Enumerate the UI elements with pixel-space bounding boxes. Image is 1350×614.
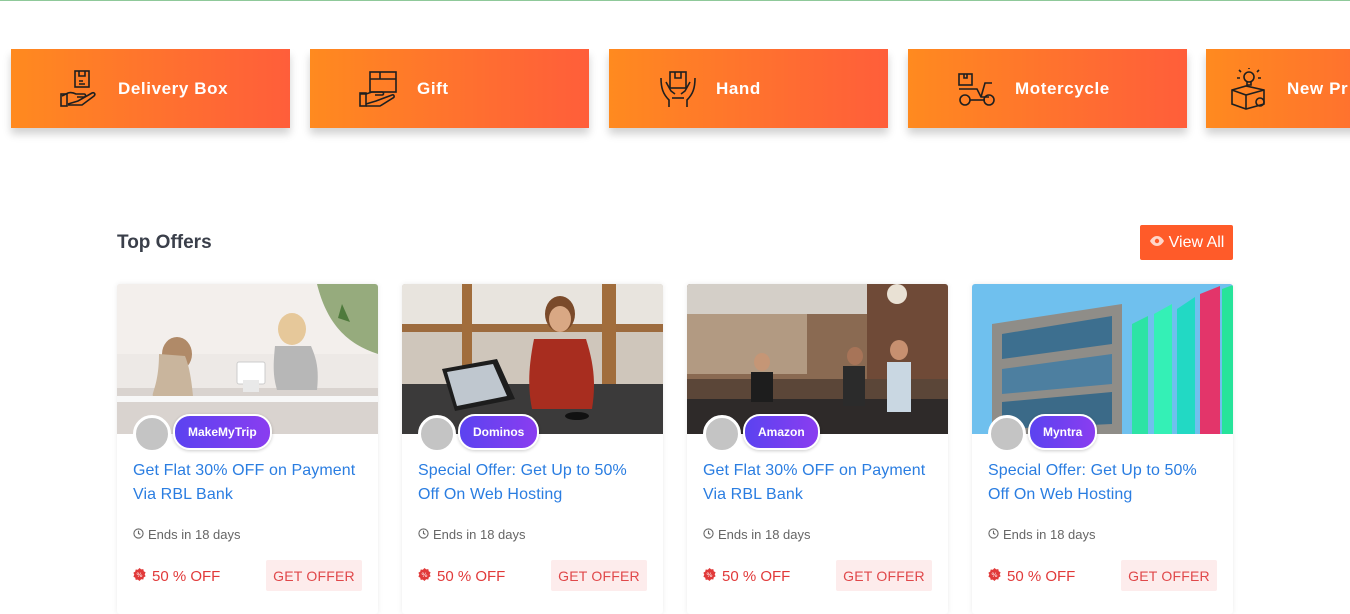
category-tile-delivery-box[interactable]: Delivery Box [11, 49, 290, 128]
brand-badge[interactable]: MakeMyTrip [173, 414, 272, 450]
get-offer-button[interactable]: GET OFFER [836, 560, 932, 591]
category-label: Gift [417, 78, 449, 98]
category-label: Delivery Box [118, 78, 229, 98]
offer-card[interactable]: Dominos Special Offer: Get Up to 50% Off… [402, 284, 663, 614]
view-all-button[interactable]: View All [1140, 225, 1233, 260]
offer-expiry: Ends in 18 days [703, 527, 811, 542]
offer-expiry-text: Ends in 18 days [433, 527, 526, 542]
offer-title[interactable]: Special Offer: Get Up to 50% Off On Web … [418, 459, 650, 507]
offer-expiry: Ends in 18 days [988, 527, 1096, 542]
new-product-box-icon [1228, 67, 1270, 110]
offer-discount: % 50 % OFF [418, 568, 505, 585]
discount-text: 50 % OFF [437, 568, 506, 585]
offer-discount: % 50 % OFF [988, 568, 1075, 585]
discount-text: 50 % OFF [722, 568, 791, 585]
clock-icon [418, 527, 429, 542]
offer-image [972, 284, 1233, 434]
discount-badge-icon: % [988, 568, 1001, 585]
svg-text:%: % [991, 571, 997, 579]
category-tile-new-product[interactable]: New Pr [1206, 49, 1350, 128]
category-label: Motercycle [1015, 78, 1110, 98]
delivery-scooter-icon [956, 68, 998, 110]
category-label: New Pr [1287, 78, 1349, 98]
offer-card[interactable]: Myntra Special Offer: Get Up to 50% Off … [972, 284, 1233, 614]
clock-icon [988, 527, 999, 542]
brand-badge[interactable]: Myntra [1028, 414, 1098, 450]
category-tile-hand[interactable]: Hand [609, 49, 888, 128]
category-tile-gift[interactable]: Gift [310, 49, 589, 128]
brand-badge[interactable]: Dominos [458, 414, 540, 450]
discount-text: 50 % OFF [152, 568, 221, 585]
avatar [418, 415, 456, 453]
category-label: Hand [716, 78, 761, 98]
discount-text: 50 % OFF [1007, 568, 1076, 585]
clock-icon [703, 527, 714, 542]
svg-text:%: % [706, 571, 712, 579]
offer-card[interactable]: MakeMyTrip Get Flat 30% OFF on Payment V… [117, 284, 378, 614]
svg-text:%: % [421, 571, 427, 579]
brand-badge[interactable]: Amazon [743, 414, 820, 450]
offer-card[interactable]: Amazon Get Flat 30% OFF on Payment Via R… [687, 284, 948, 614]
discount-badge-icon: % [703, 568, 716, 585]
offer-image [402, 284, 663, 434]
get-offer-button[interactable]: GET OFFER [266, 560, 362, 591]
offer-title[interactable]: Get Flat 30% OFF on Payment Via RBL Bank [703, 459, 935, 507]
top-divider [0, 0, 1350, 1]
category-tile-motercycle[interactable]: Motercycle [908, 49, 1187, 128]
get-offer-button[interactable]: GET OFFER [551, 560, 647, 591]
avatar [133, 415, 171, 453]
delivery-box-hand-icon [59, 68, 101, 110]
discount-badge-icon: % [418, 568, 431, 585]
offer-title[interactable]: Special Offer: Get Up to 50% Off On Web … [988, 459, 1220, 507]
offer-expiry-text: Ends in 18 days [718, 527, 811, 542]
discount-badge-icon: % [133, 568, 146, 585]
offer-expiry-text: Ends in 18 days [1003, 527, 1096, 542]
gift-box-hand-icon [358, 68, 400, 110]
avatar [703, 415, 741, 453]
view-all-label: View All [1168, 233, 1225, 251]
hands-box-icon [657, 68, 699, 110]
offer-image [117, 284, 378, 434]
offer-image [687, 284, 948, 434]
offer-expiry: Ends in 18 days [133, 527, 241, 542]
offer-expiry-text: Ends in 18 days [148, 527, 241, 542]
section-title: Top Offers [117, 232, 212, 253]
clock-icon [133, 527, 144, 542]
category-carousel: Delivery Box Gift Hand Motercycle New Pr [0, 49, 1350, 149]
offer-expiry: Ends in 18 days [418, 527, 526, 542]
get-offer-button[interactable]: GET OFFER [1121, 560, 1217, 591]
offer-title[interactable]: Get Flat 30% OFF on Payment Via RBL Bank [133, 459, 365, 507]
svg-text:%: % [136, 571, 142, 579]
avatar [988, 415, 1026, 453]
eye-icon [1149, 234, 1165, 252]
offer-discount: % 50 % OFF [703, 568, 790, 585]
offer-discount: % 50 % OFF [133, 568, 220, 585]
